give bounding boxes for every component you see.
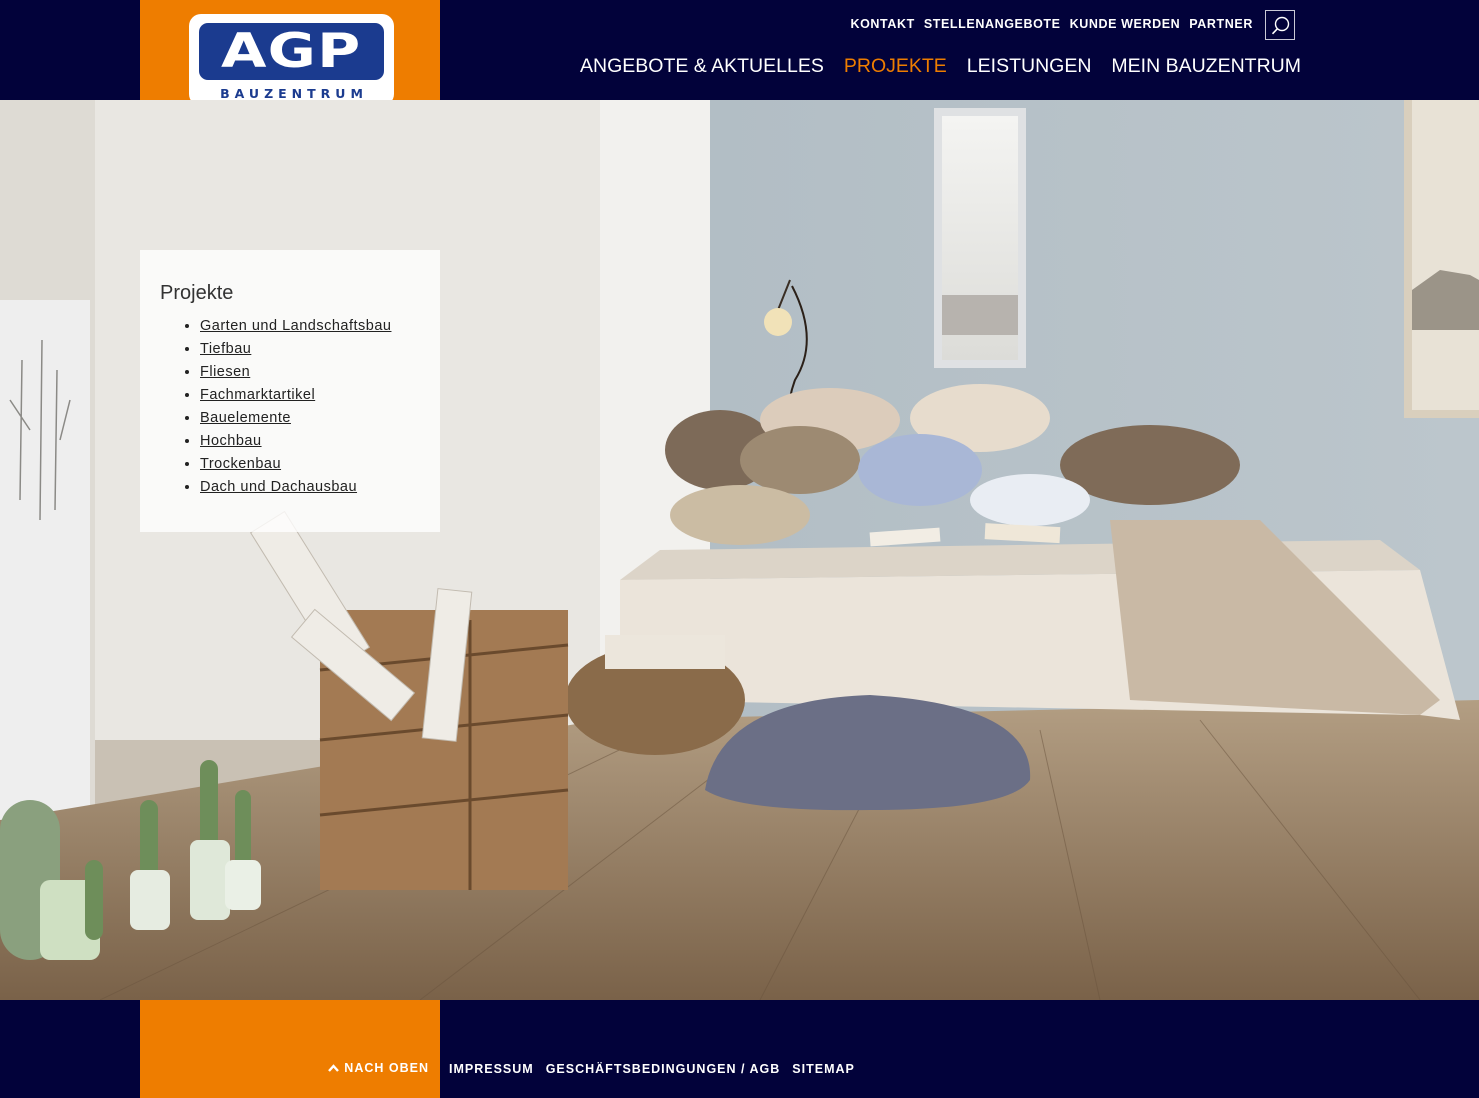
projekte-title: Projekte: [160, 282, 234, 304]
agp-logo[interactable]: AGP BAUZENTRUM: [189, 14, 394, 106]
footer-link-impressum[interactable]: IMPRESSUM: [449, 1061, 534, 1077]
bedroom-interior-illustration: [0, 100, 1479, 1000]
projekte-link-fliesen[interactable]: Fliesen: [200, 364, 250, 380]
utility-nav: KONTAKT STELLENANGEBOTE KUNDE WERDEN PAR…: [850, 16, 1253, 32]
util-link-stellenangebote[interactable]: STELLENANGEBOTE: [924, 16, 1061, 32]
projekte-link-bauelemente[interactable]: Bauelemente: [200, 410, 291, 426]
list-item: Dach und Dachausbau: [200, 476, 420, 499]
projekte-link-hochbau[interactable]: Hochbau: [200, 433, 262, 449]
list-item: Bauelemente: [200, 407, 420, 430]
list-item: Fliesen: [200, 361, 420, 384]
projekte-panel: Projekte Garten und Landschaftsbau Tiefb…: [140, 250, 440, 532]
site-header: AGP BAUZENTRUM KONTAKT STELLENANGEBOTE K…: [0, 0, 1479, 106]
main-nav: ANGEBOTE & AKTUELLES PROJEKTE LEISTUNGEN…: [580, 54, 1301, 78]
util-link-kontakt[interactable]: KONTAKT: [850, 16, 914, 32]
list-item: Fachmarktartikel: [200, 384, 420, 407]
list-item: Garten und Landschaftsbau: [200, 315, 420, 338]
footer-orange-block: NACH OBEN: [140, 1000, 440, 1098]
nav-leistungen[interactable]: LEISTUNGEN: [967, 54, 1092, 78]
site-footer: NACH OBEN IMPRESSUM GESCHÄFTSBEDINGUNGEN…: [0, 1000, 1479, 1098]
logo-area: AGP BAUZENTRUM: [140, 0, 440, 106]
footer-link-agb[interactable]: GESCHÄFTSBEDINGUNGEN / AGB: [546, 1061, 781, 1077]
projekte-link-trockenbau[interactable]: Trockenbau: [200, 456, 281, 472]
back-to-top-link[interactable]: NACH OBEN: [328, 1061, 429, 1075]
nav-projekte[interactable]: PROJEKTE: [844, 54, 947, 78]
projekte-link-garten[interactable]: Garten und Landschaftsbau: [200, 318, 391, 334]
nav-angebote-aktuelles[interactable]: ANGEBOTE & AKTUELLES: [580, 54, 824, 78]
util-link-kunde-werden[interactable]: KUNDE WERDEN: [1070, 16, 1181, 32]
list-item: Hochbau: [200, 430, 420, 453]
logo-subtitle: BAUZENTRUM: [220, 86, 368, 101]
nav-mein-bauzentrum[interactable]: MEIN BAUZENTRUM: [1111, 54, 1301, 78]
list-item: Trockenbau: [200, 453, 420, 476]
util-link-partner[interactable]: PARTNER: [1189, 16, 1253, 32]
projekte-link-tiefbau[interactable]: Tiefbau: [200, 341, 251, 357]
search-icon: [1271, 16, 1290, 35]
projekte-list: Garten und Landschaftsbau Tiefbau Fliese…: [160, 315, 420, 499]
logo-letters: AGP: [221, 24, 362, 79]
list-item: Tiefbau: [200, 338, 420, 361]
chevron-up-icon: [328, 1064, 340, 1072]
projekte-link-dach[interactable]: Dach und Dachausbau: [200, 479, 357, 495]
hero-image: Projekte Garten und Landschaftsbau Tiefb…: [0, 100, 1479, 1000]
footer-link-sitemap[interactable]: SITEMAP: [792, 1061, 855, 1077]
logo-badge: AGP: [199, 23, 384, 80]
back-to-top-label: NACH OBEN: [344, 1061, 429, 1075]
search-button[interactable]: [1265, 10, 1295, 40]
footer-nav: IMPRESSUM GESCHÄFTSBEDINGUNGEN / AGB SIT…: [449, 1061, 855, 1077]
projekte-link-fachmarktartikel[interactable]: Fachmarktartikel: [200, 387, 315, 403]
